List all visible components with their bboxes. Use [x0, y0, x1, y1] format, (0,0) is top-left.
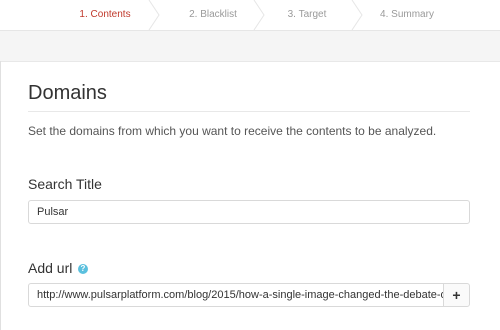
step-summary[interactable]: 4. Summary	[362, 0, 452, 30]
add-url-label: Add url	[28, 260, 73, 276]
search-title-input[interactable]: Pulsar	[28, 200, 470, 224]
step-contents[interactable]: 1. Contents	[60, 0, 150, 30]
add-url-input[interactable]: http://www.pulsarplatform.com/blog/2015/…	[28, 283, 444, 307]
chevron-right-icon	[148, 0, 160, 30]
plus-icon: +	[452, 287, 461, 303]
divider	[28, 111, 470, 112]
add-url-button[interactable]: +	[443, 283, 470, 307]
section-title: Domains	[28, 82, 107, 104]
toolbar-band	[0, 31, 500, 62]
panel-border	[0, 61, 1, 330]
search-title-label: Search Title	[28, 176, 102, 192]
wizard-stepper: 1. Contents 2. Blacklist 3. Target 4. Su…	[0, 0, 500, 31]
step-target[interactable]: 3. Target	[262, 0, 352, 30]
step-blacklist[interactable]: 2. Blacklist	[168, 0, 258, 30]
question-circle-icon[interactable]: ?	[78, 264, 88, 274]
section-description: Set the domains from which you want to r…	[28, 124, 437, 138]
